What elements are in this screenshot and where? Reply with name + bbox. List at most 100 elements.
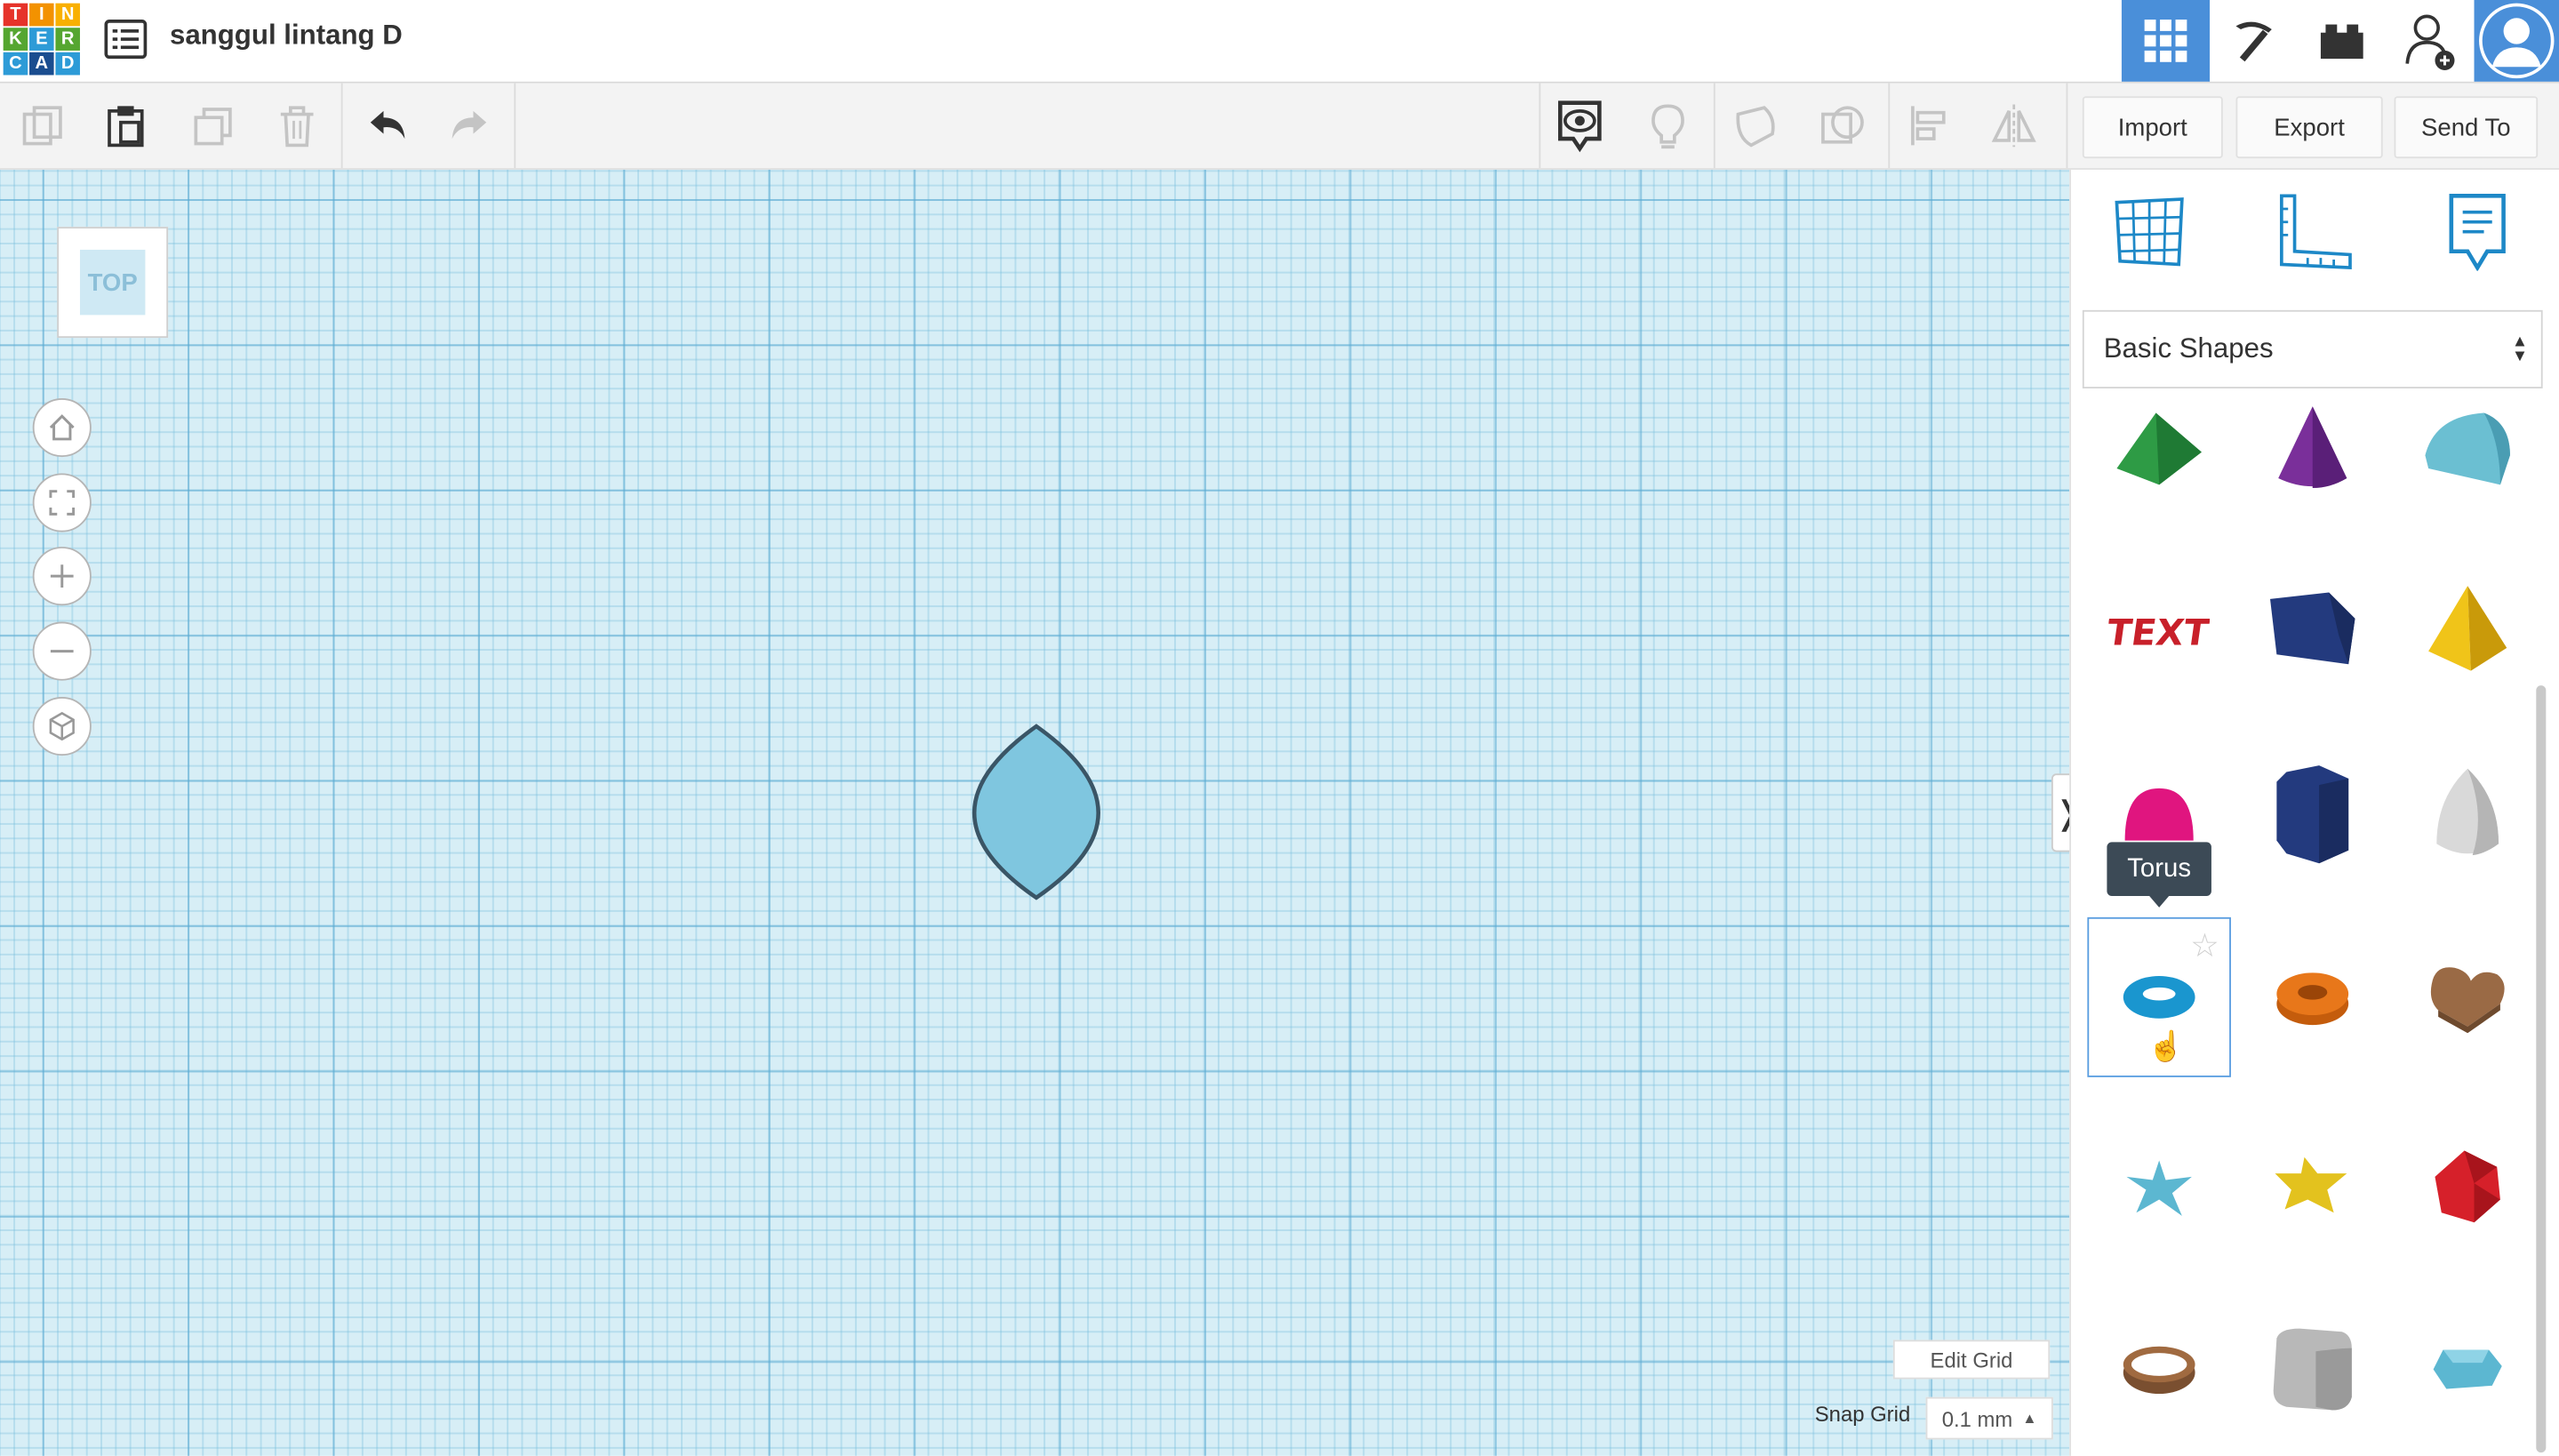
roof-shape-icon xyxy=(2116,412,2202,485)
workplane-shape[interactable] xyxy=(963,718,1109,908)
logo-letter: K xyxy=(3,28,28,51)
shape-paraboloid[interactable] xyxy=(2395,734,2539,894)
shape-round-roof[interactable] xyxy=(2395,369,2539,529)
svg-text:TEXT: TEXT xyxy=(2108,611,2210,653)
tube-shape-icon xyxy=(2276,972,2349,1026)
invite-user-button[interactable] xyxy=(2386,0,2474,82)
shape-torus[interactable]: ☆ ☝ xyxy=(2087,916,2231,1077)
panel-scrollbar[interactable] xyxy=(2536,685,2547,1453)
paraboloid-shape-icon xyxy=(2436,768,2499,856)
text-shape-icon: TEXT xyxy=(2108,611,2210,653)
shape-heart[interactable] xyxy=(2395,917,2539,1077)
duplicate-icon xyxy=(194,108,232,146)
group-icon xyxy=(1736,106,1775,148)
snap-grid-label: Snap Grid xyxy=(1814,1402,1911,1427)
logo-letter: D xyxy=(55,52,80,76)
delete-button[interactable] xyxy=(271,100,324,152)
project-title[interactable]: sanggul lintang D xyxy=(170,20,403,52)
toolbar-divider xyxy=(2066,83,2068,169)
rounded-box-shape-icon xyxy=(2273,1328,2352,1411)
view-switcher xyxy=(2121,0,2559,82)
plus-icon xyxy=(50,564,74,588)
shape-tube[interactable] xyxy=(2241,917,2385,1077)
shape-ring[interactable] xyxy=(2087,1290,2231,1450)
shape-polygon[interactable] xyxy=(2241,548,2385,708)
workplane-grid-icon xyxy=(2115,197,2184,267)
half-sphere-shape-icon xyxy=(2124,788,2194,841)
shape-star-yellow[interactable] xyxy=(2241,1107,2385,1267)
logo-letter: T xyxy=(3,3,28,27)
design-list-button[interactable] xyxy=(103,16,148,61)
shape-icosahedron[interactable] xyxy=(2395,1107,2539,1267)
round-roof-shape-icon xyxy=(2425,412,2510,485)
paste-button[interactable] xyxy=(100,100,152,152)
shape-gem[interactable] xyxy=(2395,1290,2539,1450)
blocks-view-button[interactable] xyxy=(2210,0,2298,82)
user-avatar[interactable] xyxy=(2474,0,2559,82)
shape-star[interactable] xyxy=(2087,1107,2231,1267)
grid-view-icon xyxy=(2144,20,2187,62)
shape-pyramid[interactable] xyxy=(2395,548,2539,708)
import-button[interactable]: Import xyxy=(2082,96,2223,159)
view-cube[interactable]: TOP xyxy=(57,227,169,339)
eye-bubble-icon xyxy=(1558,100,1602,153)
shape-hexagonal-prism[interactable] xyxy=(2241,734,2385,894)
undo-button[interactable] xyxy=(361,100,413,152)
copy-icon xyxy=(22,106,62,146)
clipboard-icon xyxy=(108,106,144,148)
trash-icon xyxy=(280,106,314,148)
fit-view-button[interactable] xyxy=(32,473,92,532)
heart-shape-icon xyxy=(2430,967,2505,1034)
toolbar-divider xyxy=(340,83,343,169)
lightbulb-icon xyxy=(1651,104,1684,149)
align-icon xyxy=(1911,106,1946,146)
mirror-icon xyxy=(1991,104,2036,148)
logo-letter: N xyxy=(55,3,80,27)
redo-icon xyxy=(452,110,487,140)
shape-library-value: Basic Shapes xyxy=(2103,332,2274,364)
logo-letter: A xyxy=(29,52,54,76)
shape-text[interactable]: TEXT xyxy=(2087,548,2231,708)
send-to-button[interactable]: Send To xyxy=(2394,96,2539,159)
ungroup-icon xyxy=(1821,106,1864,144)
view-cube-top-face[interactable]: TOP xyxy=(79,249,146,316)
redo-button[interactable] xyxy=(444,100,496,152)
favorite-star-icon[interactable]: ☆ xyxy=(2190,925,2219,966)
star-yellow-shape-icon xyxy=(2275,1156,2347,1213)
edit-grid-button[interactable]: Edit Grid xyxy=(1892,1340,2051,1380)
zoom-in-button[interactable] xyxy=(32,547,92,606)
workplane-tool-button[interactable] xyxy=(2110,193,2188,271)
perspective-toggle-button[interactable] xyxy=(32,697,92,756)
shape-roof[interactable] xyxy=(2087,369,2231,529)
torus-shape-icon xyxy=(2123,975,2195,1019)
notes-toggle-button[interactable] xyxy=(1642,100,1694,152)
duplicate-button[interactable] xyxy=(188,100,240,152)
cone-shape-icon xyxy=(2278,406,2347,488)
mirror-button[interactable] xyxy=(1987,100,2040,152)
zoom-out-button[interactable] xyxy=(32,621,92,681)
bricks-view-button[interactable] xyxy=(2298,0,2386,82)
tinkercad-logo[interactable]: T I N K E R C A D xyxy=(3,3,82,78)
align-button[interactable] xyxy=(1903,100,1955,152)
group-button[interactable] xyxy=(1730,100,1782,152)
snap-grid-select[interactable]: 0.1 mm ▲ xyxy=(1925,1396,2053,1440)
hand-cursor-icon: ☝ xyxy=(2147,1029,2185,1063)
export-button[interactable]: Export xyxy=(2235,96,2383,159)
ruler-tool-button[interactable] xyxy=(2275,193,2354,271)
star-shape-icon xyxy=(2126,1160,2192,1216)
toolbar-divider xyxy=(1888,83,1891,169)
ungroup-button[interactable] xyxy=(1817,100,1869,152)
notes-tool-button[interactable] xyxy=(2438,193,2516,272)
home-icon xyxy=(49,414,75,441)
edit-toolbar: Import Export Send To xyxy=(0,83,2559,170)
home-view-button[interactable] xyxy=(32,398,92,458)
copy-button[interactable] xyxy=(16,100,68,152)
ruler-icon xyxy=(2280,194,2352,270)
3d-design-view-button[interactable] xyxy=(2121,0,2211,82)
undo-icon xyxy=(370,110,405,140)
toolbar-divider xyxy=(1713,83,1715,169)
shape-cone[interactable] xyxy=(2241,369,2385,529)
logo-letter: I xyxy=(29,3,54,27)
shape-rounded-box[interactable] xyxy=(2241,1290,2385,1450)
show-all-button[interactable] xyxy=(1554,100,1606,153)
